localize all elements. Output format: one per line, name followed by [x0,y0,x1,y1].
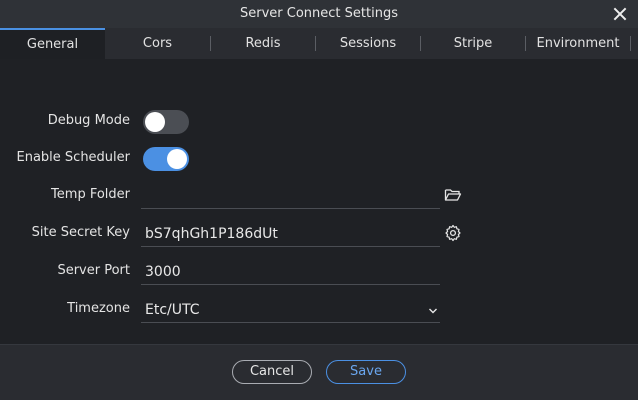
title-bar: Server Connect Settings [0,0,638,28]
tab-redis[interactable]: Redis [211,28,315,59]
server-port-label: Server Port [57,263,130,278]
dialog-title: Server Connect Settings [240,6,398,21]
toggle-knob [167,149,187,169]
timezone-select[interactable]: Etc/UTC [141,297,440,323]
debug-mode-toggle[interactable] [143,110,189,134]
timezone-label: Timezone [67,301,130,316]
settings-dialog: Server Connect Settings General Cors Red… [0,0,638,400]
tab-bar: General Cors Redis Sessions Stripe Envir… [0,28,638,60]
cancel-button[interactable]: Cancel [232,360,312,384]
dialog-footer: Cancel Save [0,344,638,400]
tab-general[interactable]: General [0,28,105,59]
tab-environment[interactable]: Environment [526,28,630,59]
debug-mode-label: Debug Mode [47,113,130,128]
toggle-knob [145,112,165,132]
site-secret-key-label: Site Secret Key [31,225,130,240]
tab-sessions[interactable]: Sessions [316,28,420,59]
close-icon[interactable] [610,4,630,24]
server-port-input[interactable]: 3000 [141,259,440,285]
chevron-down-icon[interactable] [428,306,438,316]
folder-open-icon[interactable] [444,186,462,204]
save-button[interactable]: Save [326,360,406,384]
gear-icon[interactable] [444,224,462,242]
temp-folder-input[interactable] [141,183,440,209]
tab-separator [630,36,631,51]
tab-stripe[interactable]: Stripe [421,28,525,59]
site-secret-key-input[interactable]: bS7qhGh1P186dUt [141,221,440,247]
enable-scheduler-label: Enable Scheduler [16,150,131,165]
enable-scheduler-toggle[interactable] [143,147,189,171]
tab-cors[interactable]: Cors [105,28,210,59]
temp-folder-label: Temp Folder [51,187,130,202]
general-settings-form: Debug Mode Enable Scheduler Temp Folder … [0,59,638,344]
